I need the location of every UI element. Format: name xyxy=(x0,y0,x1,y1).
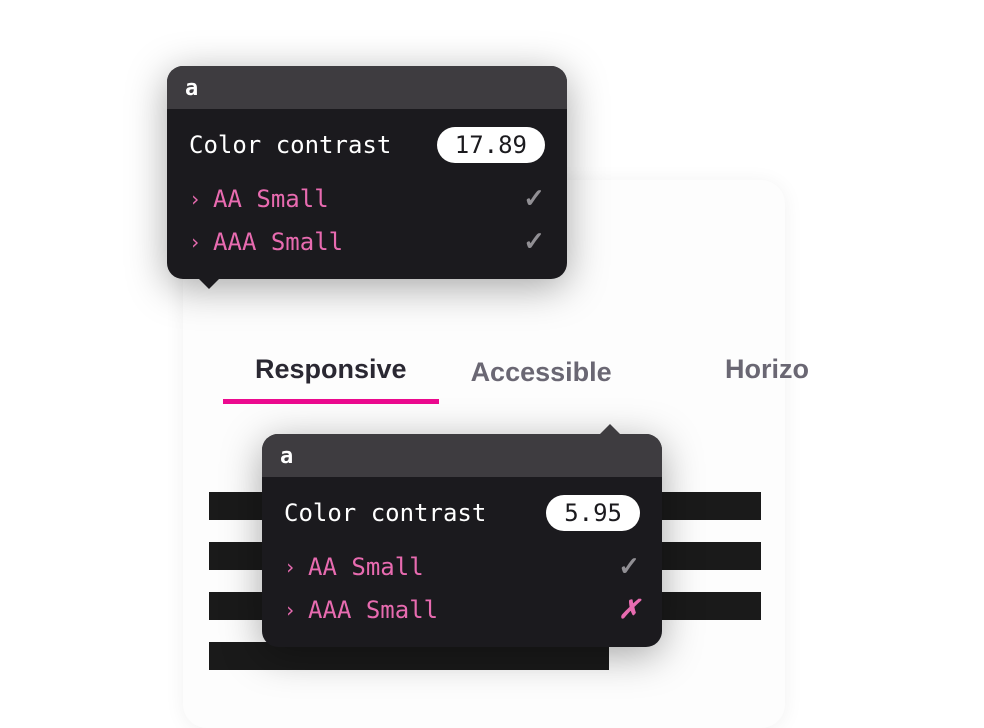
contrast-value-badge: 17.89 xyxy=(437,127,545,163)
tab-accessible[interactable]: Accessible xyxy=(439,340,644,404)
criteria-row-aa[interactable]: › AA Small ✓ xyxy=(284,545,640,588)
chevron-right-icon: › xyxy=(284,555,296,579)
contrast-label: Color contrast xyxy=(189,131,391,159)
tab-horizontal[interactable]: Horizo xyxy=(693,340,841,399)
tooltip-body: Color contrast 17.89 › AA Small ✓ › AAA … xyxy=(167,109,567,279)
contrast-label: Color contrast xyxy=(284,499,486,527)
tooltip-header: a xyxy=(262,434,662,477)
tooltip-arrow-icon xyxy=(197,277,221,289)
criteria-label: AA Small xyxy=(213,185,329,213)
criteria-row-aaa[interactable]: › AAA Small ✗ xyxy=(284,588,640,631)
tooltip-body: Color contrast 5.95 › AA Small ✓ › AAA S… xyxy=(262,477,662,647)
check-icon: ✓ xyxy=(618,551,640,582)
criteria-row-aaa[interactable]: › AAA Small ✓ xyxy=(189,220,545,263)
fail-icon: ✗ xyxy=(618,594,640,625)
contrast-value-badge: 5.95 xyxy=(546,495,640,531)
contrast-tooltip-2: a Color contrast 5.95 › AA Small ✓ › AAA… xyxy=(262,434,662,647)
criteria-label: AA Small xyxy=(308,553,424,581)
tooltip-arrow-icon xyxy=(598,424,622,436)
tooltip-header: a xyxy=(167,66,567,109)
contrast-row: Color contrast 17.89 xyxy=(189,127,545,163)
tab-responsive[interactable]: Responsive xyxy=(223,340,439,404)
criteria-row-aa[interactable]: › AA Small ✓ xyxy=(189,177,545,220)
chevron-right-icon: › xyxy=(284,598,296,622)
chevron-right-icon: › xyxy=(189,230,201,254)
check-icon: ✓ xyxy=(523,183,545,214)
tab-bar: Responsive Accessible Horizo xyxy=(183,340,785,404)
criteria-label: AAA Small xyxy=(308,596,438,624)
contrast-tooltip-1: a Color contrast 17.89 › AA Small ✓ › AA… xyxy=(167,66,567,279)
chevron-right-icon: › xyxy=(189,187,201,211)
contrast-row: Color contrast 5.95 xyxy=(284,495,640,531)
check-icon: ✓ xyxy=(523,226,545,257)
criteria-label: AAA Small xyxy=(213,228,343,256)
